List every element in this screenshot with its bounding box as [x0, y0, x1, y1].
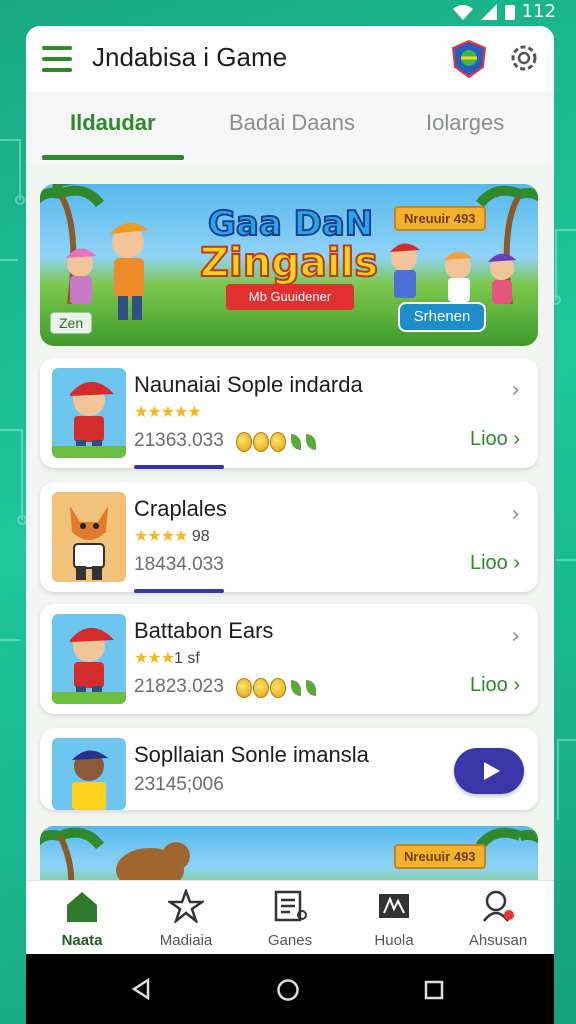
progress-underline: [134, 465, 224, 469]
game-title: Sopllaian Sonle imansla: [134, 742, 369, 767]
game-thumbnail: [52, 738, 126, 810]
game-action-link[interactable]: Lioo ›: [470, 552, 520, 575]
wifi-icon: [452, 4, 473, 20]
tab-bar: Ildaudar Badai Daans Iolarges: [26, 92, 554, 162]
nav-item-naata[interactable]: Naata: [34, 889, 130, 949]
game-action-link[interactable]: Lioo ›: [470, 674, 520, 697]
game-title: Naunaiai Sople indarda: [134, 372, 363, 397]
recents-icon[interactable]: [424, 980, 444, 1000]
coins-icon: [236, 432, 316, 452]
game-card[interactable]: Craplales ★★★★ 98 18434.033 › Lioo ›: [40, 482, 538, 593]
game-logo-icon[interactable]: [450, 39, 488, 79]
banner-ribbon: Mb Guuidener: [226, 284, 354, 310]
game-count: 21823.023: [134, 676, 224, 697]
game-rating: ★★★★★: [134, 402, 202, 422]
game-action-link[interactable]: Lioo ›: [470, 428, 520, 451]
game-title: Battabon Ears: [134, 618, 274, 643]
banner-title-line1: Gaa DaN: [207, 203, 374, 245]
tab-badai-daans[interactable]: Badai Daans: [229, 110, 355, 136]
rating-stars-icon: ★★★: [134, 650, 175, 667]
game-card[interactable]: Naunaiai Sople indarda ★★★★★ 21363.033 ›…: [40, 358, 538, 469]
menu-icon[interactable]: [42, 46, 72, 72]
progress-underline: [134, 589, 224, 593]
app-title: Jndabisa i Game: [92, 42, 288, 72]
signal-icon: [480, 3, 497, 20]
back-icon[interactable]: [130, 978, 152, 1000]
chevron-right-icon[interactable]: ›: [511, 502, 520, 527]
game-rating: ★★★★ 98: [134, 528, 210, 545]
banner-corner-label: Zen: [50, 312, 93, 334]
game-count: 23145;006: [134, 774, 224, 795]
coins-icon: [236, 678, 316, 698]
banner-badge: Nreuuir 493: [394, 206, 486, 231]
tab-indicator: [42, 155, 184, 160]
settings-icon[interactable]: [508, 42, 540, 74]
chevron-right-icon[interactable]: ›: [511, 624, 520, 649]
game-title: Craplales: [134, 496, 227, 521]
game-thumbnail: [52, 614, 126, 704]
nav-item-ganes[interactable]: Ganes: [242, 889, 338, 949]
nav-item-ahsusan[interactable]: Ahsusan: [450, 889, 546, 949]
system-navigation-bar: [26, 954, 554, 1024]
game-card[interactable]: Battabon Ears ★★★1 sf 21823.023 › Lioo ›: [40, 604, 538, 714]
game-card[interactable]: Sopllaian Sonle imansla 23145;006: [40, 728, 538, 810]
battery-icon: [504, 4, 515, 20]
media-icon: [379, 894, 409, 918]
promo-badge: Nreuuir 493: [394, 844, 486, 869]
game-count: 21363.033: [134, 430, 224, 451]
status-bar: 112: [0, 0, 576, 24]
chevron-right-icon[interactable]: ›: [511, 378, 520, 403]
profile-icon: [483, 890, 514, 922]
game-thumbnail: [52, 492, 126, 582]
games-list-icon: [274, 890, 307, 922]
play-button[interactable]: [454, 748, 524, 794]
app-bar: Jndabisa i Game: [26, 26, 554, 92]
tab-ildaudar[interactable]: Ildaudar: [70, 110, 156, 136]
featured-banner[interactable]: Gaa DaN Zingails Mb Guuidener Nreuuir 49…: [40, 184, 538, 346]
star-icon: [166, 887, 206, 925]
rating-stars-icon: ★★★★★: [134, 404, 202, 421]
nav-item-madiaia[interactable]: Madiaia: [138, 887, 234, 949]
home-button-icon[interactable]: [276, 978, 300, 1002]
banner-title-line2: Zingails: [199, 239, 379, 287]
bottom-navigation: Naata Madiaia Ganes Huola Ahsusan: [26, 880, 554, 954]
battery-level: 112: [521, 1, 556, 22]
app-window: Jndabisa i Game Ildaudar Badai Daans Iol…: [26, 26, 554, 954]
home-icon: [67, 892, 97, 922]
tab-iolarges[interactable]: Iolarges: [426, 110, 504, 136]
game-thumbnail: [52, 368, 126, 458]
rating-stars-icon: ★★★★: [134, 528, 188, 545]
game-rating: ★★★1 sf: [134, 650, 200, 667]
banner-button[interactable]: Srhenen: [398, 302, 486, 332]
game-count: 18434.033: [134, 554, 224, 575]
nav-item-huola[interactable]: Huola: [346, 889, 442, 949]
